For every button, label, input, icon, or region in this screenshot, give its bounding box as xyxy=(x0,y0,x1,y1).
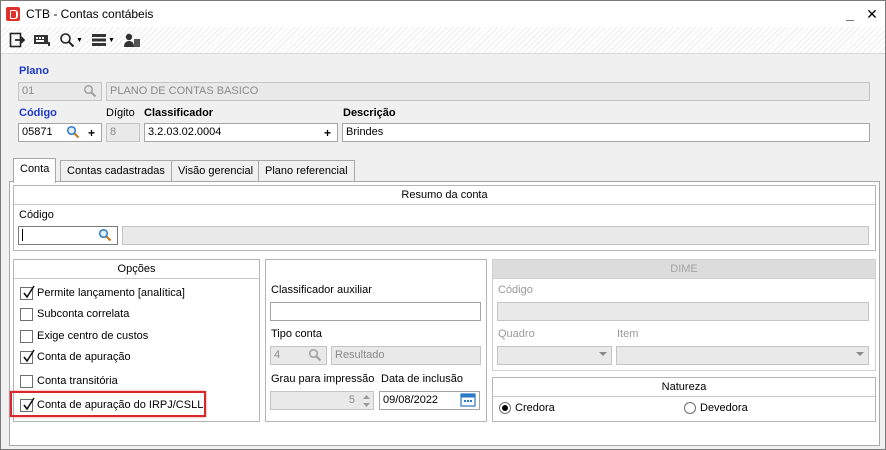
toolbar: ▼ ▼ xyxy=(1,27,885,54)
digito-label: Dígito xyxy=(106,107,135,119)
radio-unselected xyxy=(684,402,696,414)
highlight-box xyxy=(10,391,206,417)
app-logo-icon xyxy=(6,7,20,21)
exit-button[interactable] xyxy=(9,30,25,50)
chevron-down-icon xyxy=(599,352,607,356)
add-codigo-button[interactable]: + xyxy=(88,127,95,139)
checkbox-box xyxy=(20,329,33,343)
minimize-button[interactable]: _ xyxy=(841,5,859,23)
search-icon[interactable] xyxy=(66,125,80,139)
dime-item-select xyxy=(616,346,869,365)
digito-value: 8 xyxy=(110,126,117,138)
tipo-conta-name-field: Resultado xyxy=(331,346,481,365)
window-title: CTB - Contas contábeis xyxy=(26,7,154,21)
permite-lancamento-checkbox[interactable]: Permite lançamento [analítica] xyxy=(20,285,185,301)
classificador-input[interactable]: 3.2.03.02.0004 xyxy=(144,123,338,142)
dime-codigo-field xyxy=(497,302,869,321)
tab-contas-cadastradas[interactable]: Contas cadastradas xyxy=(60,160,172,181)
descricao-input[interactable]: Brindes xyxy=(342,123,870,142)
radio-selected xyxy=(499,402,511,414)
title-bar: CTB - Contas contábeis _ ✕ xyxy=(1,1,885,27)
list-button[interactable]: ▼ xyxy=(91,30,115,50)
text-cursor xyxy=(22,229,23,242)
tab-conta[interactable]: Conta xyxy=(13,158,57,183)
codigo-value: 05871 xyxy=(22,126,53,138)
descricao-label: Descrição xyxy=(343,107,396,119)
search-icon xyxy=(60,33,75,48)
dime-quadro-select xyxy=(497,346,612,365)
resumo-header: Resumo da conta xyxy=(14,186,875,205)
list-icon xyxy=(91,34,106,46)
grau-impressao-label: Grau para impressão xyxy=(271,373,375,385)
tab-visao-gerencial[interactable]: Visão gerencial xyxy=(171,160,261,181)
subconta-correlata-checkbox[interactable]: Subconta correlata xyxy=(20,306,129,322)
search-icon[interactable] xyxy=(98,228,112,242)
keyboard-icon xyxy=(34,35,50,46)
dime-item-label: Item xyxy=(617,328,639,340)
chevron-down-icon: ▼ xyxy=(76,36,83,44)
checkbox-box xyxy=(20,307,33,321)
search-icon[interactable] xyxy=(308,348,322,362)
conta-apuracao-checkbox[interactable]: Conta de apuração xyxy=(20,349,131,365)
digito-field: 8 xyxy=(106,123,140,142)
tipo-conta-label: Tipo conta xyxy=(271,328,322,340)
checkbox-label: Exige centro de custos xyxy=(37,330,149,342)
opcoes-header: Opções xyxy=(14,260,259,279)
resumo-descricao-field xyxy=(122,226,869,245)
data-inclusao-label: Data de inclusão xyxy=(381,373,463,385)
checkbox-label: Subconta correlata xyxy=(37,308,130,320)
calendar-icon[interactable] xyxy=(460,393,476,407)
search-button[interactable]: ▼ xyxy=(59,30,83,50)
codigo-label: Código xyxy=(19,107,57,119)
data-inclusao-value: 09/08/2022 xyxy=(383,394,439,406)
exit-icon xyxy=(9,32,25,48)
natureza-devedora-radio[interactable]: Devedora xyxy=(684,400,748,416)
checkbox-box xyxy=(20,349,35,364)
classificador-value: 3.2.03.02.0004 xyxy=(148,126,222,138)
main-window: CTB - Contas contábeis _ ✕ ▼ ▼ Plano 01 … xyxy=(0,0,886,450)
dime-header: DIME xyxy=(493,260,875,279)
tab-plano-referencial[interactable]: Plano referencial xyxy=(258,160,355,181)
add-classificador-button[interactable]: + xyxy=(324,127,331,139)
checkbox-label: Conta transitória xyxy=(37,375,118,387)
checkbox-box xyxy=(20,285,35,300)
plano-name-field: PLANO DE CONTAS BASICO xyxy=(106,82,870,101)
stepper-arrows-icon[interactable] xyxy=(362,393,371,409)
checkbox-label: Permite lançamento [analítica] xyxy=(37,287,185,299)
plano-label: Plano xyxy=(19,65,49,77)
conta-transitoria-checkbox[interactable]: Conta transitória xyxy=(20,373,118,389)
radio-label: Credora xyxy=(515,402,555,414)
users-icon xyxy=(123,33,140,47)
keyboard-button[interactable] xyxy=(33,30,51,50)
classificador-aux-label: Classificador auxiliar xyxy=(271,284,372,296)
dime-quadro-label: Quadro xyxy=(498,328,535,340)
chevron-down-icon: ▼ xyxy=(107,36,115,44)
checkbox-label: Conta de apuração xyxy=(37,351,131,363)
users-button[interactable] xyxy=(123,30,141,50)
tipo-conta-name-value: Resultado xyxy=(335,349,385,361)
radio-label: Devedora xyxy=(700,402,748,414)
chevron-down-icon xyxy=(856,352,864,356)
close-button[interactable]: ✕ xyxy=(863,5,881,23)
search-icon[interactable] xyxy=(83,84,97,98)
grau-impressao-value: 5 xyxy=(348,394,355,406)
exige-centro-custos-checkbox[interactable]: Exige centro de custos xyxy=(20,328,148,344)
checkbox-box xyxy=(20,374,33,388)
plano-code-value: 01 xyxy=(22,85,35,97)
dime-codigo-label: Código xyxy=(498,284,533,296)
natureza-header: Natureza xyxy=(493,378,875,397)
descricao-value: Brindes xyxy=(346,126,384,138)
tipo-conta-code-value: 4 xyxy=(274,349,281,361)
checkmark-icon xyxy=(23,285,35,298)
natureza-credora-radio[interactable]: Credora xyxy=(499,400,555,416)
grau-impressao-stepper[interactable]: 5 xyxy=(270,391,374,410)
resumo-codigo-label: Código xyxy=(19,209,54,221)
classificador-label: Classificador xyxy=(144,107,214,119)
checkmark-icon xyxy=(23,349,35,362)
plano-name-value: PLANO DE CONTAS BASICO xyxy=(110,85,259,97)
classificador-aux-input[interactable] xyxy=(270,302,481,321)
